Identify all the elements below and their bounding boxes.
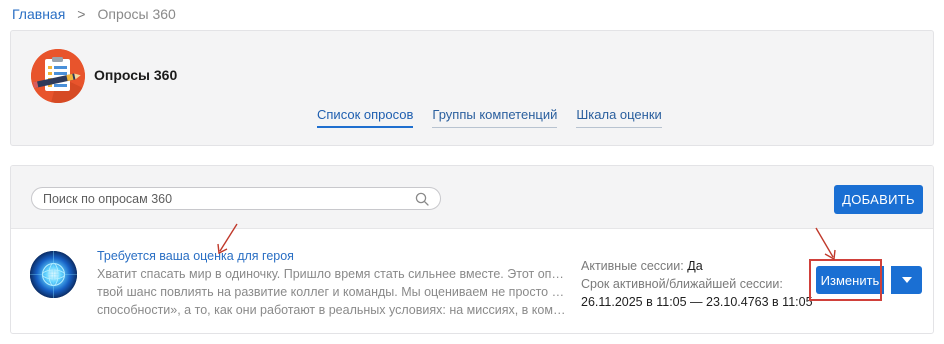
breadcrumb-home-link[interactable]: Главная [12,6,65,22]
breadcrumb-separator: > [77,6,86,22]
search-icon[interactable] [415,192,429,206]
edit-dropdown-button[interactable] [891,266,922,294]
tab-rating-scale[interactable]: Шкала оценки [576,107,662,128]
edit-button-wrapper: Изменить [809,259,884,301]
survey-avatar [30,251,77,298]
survey-actions: Изменить [809,259,922,301]
active-sessions-label: Активные сессии: [581,259,684,273]
survey-description-line: способности», а то, как они работают в р… [97,303,567,317]
page-title: Опросы 360 [94,67,178,83]
tab-survey-list[interactable]: Список опросов [317,107,414,128]
survey-description-line: Хватит спасать мир в одиночку. Пришло вр… [97,267,567,281]
list-toolbar: ДОБАВИТЬ [11,166,933,229]
header-card: Опросы 360 Список опросов Группы компете… [10,30,934,146]
survey-list-item: Требуется ваша оценка для героя Хватит с… [11,229,933,333]
survey-clipboard-logo [31,49,85,103]
survey-meta: Активные сессии: Да Срок активной/ближай… [581,257,813,311]
survey-description: Хватит спасать мир в одиночку. Пришло вр… [97,265,567,319]
session-period-value: 26.11.2025 в 11:05 — 23.10.4763 в 11:05 [581,295,813,309]
edit-button[interactable]: Изменить [816,266,884,294]
breadcrumb-current: Опросы 360 [97,6,176,22]
search-input[interactable] [43,190,413,207]
tabs: Список опросов Группы компетенций Шкала … [317,107,662,128]
survey-list-card: ДОБАВИТЬ [10,165,934,334]
survey-title-link[interactable]: Требуется ваша оценка для героя [97,249,294,263]
session-period-label: Срок активной/ближайшей сессии: [581,277,783,291]
active-sessions-value: Да [687,259,703,273]
breadcrumb: Главная > Опросы 360 [12,5,176,23]
add-button[interactable]: ДОБАВИТЬ [834,185,923,214]
tab-competency-groups[interactable]: Группы компетенций [432,107,558,128]
survey-description-line: твой шанс повлиять на развитие коллег и … [97,285,567,299]
caret-down-icon [901,277,912,283]
surveys-page: Главная > Опросы 360 Опросы 360 Список о… [0,0,944,344]
search-box [31,187,441,210]
